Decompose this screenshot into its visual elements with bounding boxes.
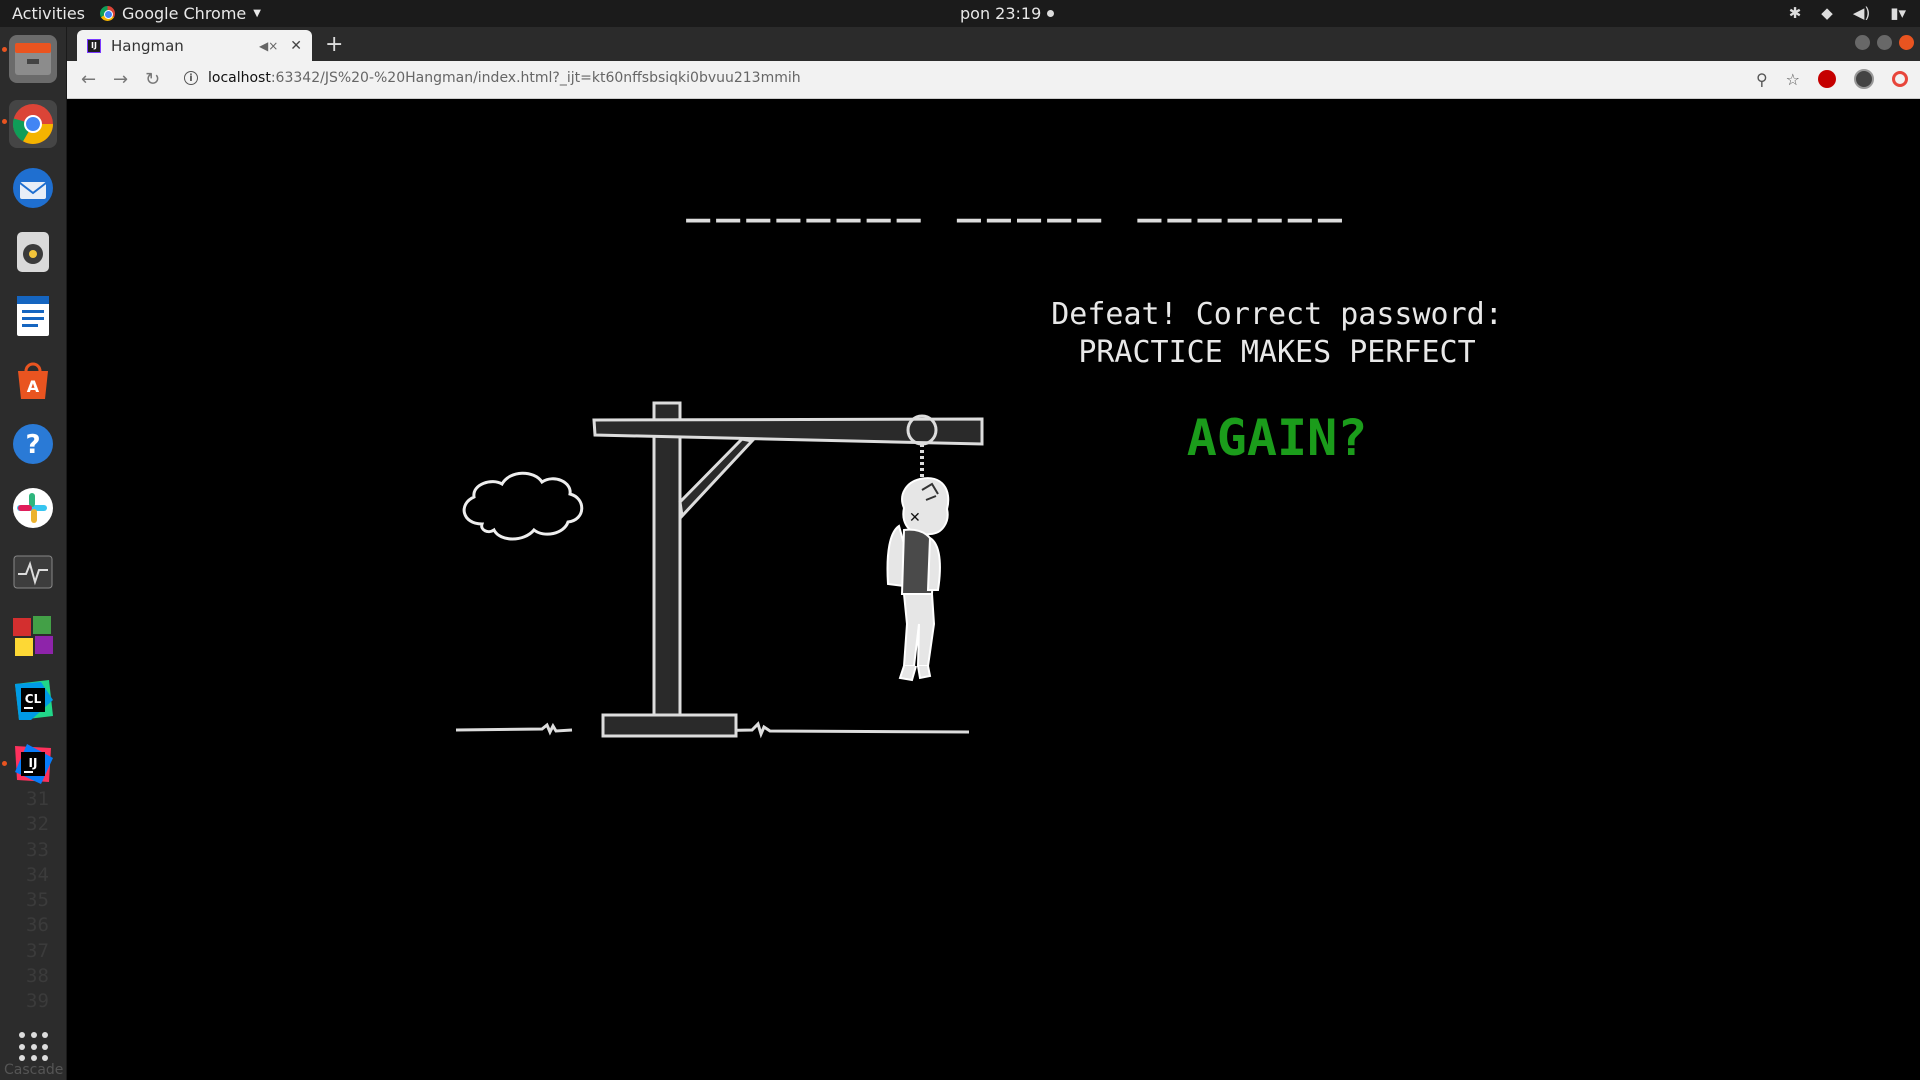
- close-tab-icon[interactable]: ✕: [290, 38, 302, 54]
- browser-tab-strip: IJ Hangman ◀× ✕ +: [67, 27, 1920, 61]
- cloud: [462, 471, 584, 541]
- clion-label: CL: [25, 692, 42, 706]
- zoom-icon[interactable]: ⚲: [1756, 70, 1768, 89]
- gallows-brace: [678, 437, 755, 520]
- running-indicator: [2, 47, 7, 52]
- extension-red-icon[interactable]: [1818, 70, 1836, 88]
- notification-dot-icon: [1047, 10, 1055, 17]
- slack-icon[interactable]: [9, 484, 57, 532]
- bluetooth-icon[interactable]: ✱: [1789, 4, 1802, 22]
- minimize-window-button[interactable]: [1855, 35, 1870, 50]
- hangman-page: ________ _____ _______ ✕ Defeat! Correct…: [67, 99, 1920, 1080]
- hanged-figure: ✕: [886, 477, 950, 682]
- tab-hangman[interactable]: IJ Hangman ◀× ✕: [77, 30, 312, 61]
- url-host: localhost: [208, 70, 271, 86]
- gallows-drawing: ✕: [455, 401, 984, 739]
- extension-opera-icon[interactable]: [1892, 71, 1908, 87]
- profile-avatar[interactable]: [1854, 69, 1874, 89]
- masked-word: ________ _____ _______: [686, 177, 1348, 223]
- svg-text:A: A: [27, 377, 40, 396]
- system-top-bar: Activities Google Chrome ▼ pon 23:19 ✱ ◆…: [0, 0, 1920, 27]
- show-applications-button[interactable]: [19, 1032, 49, 1062]
- chrome-mini-icon: [100, 6, 115, 21]
- dock: 31 32 33 34 35 36 37 38 39 A ? CL IJ Cas…: [0, 27, 67, 1080]
- system-tray[interactable]: ✱ ◆ ◀) ▮▾: [1789, 4, 1906, 22]
- running-indicator: [2, 119, 7, 124]
- chrome-icon[interactable]: [9, 100, 57, 148]
- thunderbird-icon[interactable]: [9, 164, 57, 212]
- window-controls: [1855, 35, 1914, 50]
- address-bar[interactable]: i localhost:63342/JS%20-%20Hangman/index…: [184, 70, 801, 86]
- help-icon[interactable]: ?: [9, 420, 57, 468]
- editor-gutter-numbers: 31 32 33 34 35 36 37 38 39: [26, 788, 49, 1013]
- activities-button[interactable]: Activities: [12, 4, 85, 23]
- back-arrow-icon[interactable]: ←: [81, 69, 96, 90]
- forward-arrow-icon[interactable]: →: [113, 69, 128, 90]
- play-again-button[interactable]: AGAIN?: [1127, 409, 1427, 467]
- gallows-post: [652, 401, 682, 717]
- battery-icon[interactable]: ▮▾: [1890, 4, 1906, 22]
- clock[interactable]: pon 23:19: [960, 4, 1055, 23]
- svg-text:✕: ✕: [909, 510, 921, 526]
- files-icon[interactable]: [9, 35, 57, 83]
- intellij-label: IJ: [29, 756, 38, 770]
- writer-icon[interactable]: [9, 292, 57, 340]
- cascade-label: Cascade: [4, 1062, 64, 1078]
- bookmark-star-icon[interactable]: ☆: [1786, 70, 1800, 89]
- running-indicator: [2, 761, 7, 766]
- intellij-icon[interactable]: IJ: [9, 740, 57, 788]
- gallows-base: [601, 713, 738, 738]
- system-monitor-icon[interactable]: [9, 548, 57, 596]
- intellij-favicon-icon: IJ: [87, 38, 101, 53]
- volume-icon[interactable]: ◀): [1853, 4, 1870, 22]
- new-tab-button[interactable]: +: [325, 32, 343, 57]
- mute-tab-icon[interactable]: ◀×: [259, 39, 278, 53]
- software-center-icon[interactable]: A: [9, 356, 57, 404]
- site-info-icon[interactable]: i: [184, 71, 198, 85]
- reload-icon[interactable]: ↻: [145, 69, 160, 90]
- clock-label: pon 23:19: [960, 4, 1042, 23]
- browser-toolbar: ← → ↻ i localhost:63342/JS%20-%20Hangman…: [67, 61, 1920, 99]
- clion-icon[interactable]: CL: [9, 676, 57, 724]
- app-menu[interactable]: Google Chrome ▼: [100, 4, 261, 23]
- toolbar-actions: ⚲ ☆: [1756, 69, 1908, 89]
- maximize-window-button[interactable]: [1877, 35, 1892, 50]
- tab-title: Hangman: [111, 36, 184, 55]
- defeat-message: Defeat! Correct password:: [1051, 297, 1503, 332]
- caret-down-icon: ▼: [253, 8, 261, 19]
- svg-text:?: ?: [25, 430, 40, 460]
- url-path: :63342/JS%20-%20Hangman/index.html?_ijt=…: [270, 70, 801, 86]
- app-menu-label: Google Chrome: [122, 4, 247, 23]
- gallows-beam: [592, 417, 984, 446]
- color-app-icon[interactable]: [9, 612, 57, 660]
- close-window-button[interactable]: [1899, 35, 1914, 50]
- rhythmbox-icon[interactable]: [9, 228, 57, 276]
- wifi-icon[interactable]: ◆: [1821, 4, 1833, 22]
- correct-password: PRACTICE MAKES PERFECT: [1078, 335, 1476, 370]
